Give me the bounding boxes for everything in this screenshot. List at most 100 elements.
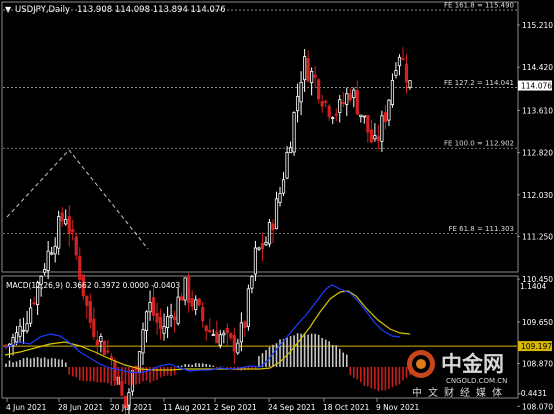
candle-body <box>162 326 166 334</box>
candle-body <box>78 255 82 280</box>
candle-body <box>338 99 342 113</box>
candle-body <box>267 221 272 245</box>
candle-body <box>310 70 314 84</box>
macd-main-line <box>4 284 401 374</box>
date-axis-label: 9 Nov 2021 <box>376 403 419 412</box>
price-axis-label: 115.210 <box>522 21 553 30</box>
candle-body <box>165 316 170 329</box>
macd-label: MACD(12,26,9) 0.3662 0.3972 0.0000 -0.04… <box>6 281 180 290</box>
candle-body <box>215 331 219 344</box>
candle-body <box>299 81 303 103</box>
price-axis-label: 109.650 <box>522 318 553 327</box>
candle-body <box>334 113 338 116</box>
candle-body <box>14 332 19 343</box>
macd-axis-bottom: -0.4431 <box>518 389 547 398</box>
candle-body <box>53 245 57 255</box>
candle-body <box>260 242 265 250</box>
candle-body <box>211 334 215 336</box>
candle-body <box>331 117 335 119</box>
candle-body <box>243 321 247 328</box>
candle-body <box>229 333 233 339</box>
fibonacci-expansion[interactable]: FE 161.8 = 115.490 FE 127.2 = 114.041 FE 1… <box>3 2 517 235</box>
candle-body <box>324 100 328 103</box>
fib-label: FE 100.0 = 112.902 <box>444 140 514 148</box>
candle-body <box>295 96 300 112</box>
date-axis-label: 28 Jun 2021 <box>58 403 103 412</box>
candle-body <box>60 212 64 222</box>
candle-body <box>359 114 363 117</box>
candle-body <box>348 93 352 101</box>
candle-body <box>180 296 184 301</box>
candle-body <box>148 302 152 313</box>
candle-body <box>355 90 359 115</box>
candle-body <box>225 328 229 334</box>
candle-body <box>380 115 384 142</box>
watermark-slogan: 中文财经媒体 <box>412 386 508 399</box>
candle-body <box>288 147 293 154</box>
price-axis-label: 108.870 <box>522 360 553 369</box>
price-axis-label: 112.030 <box>522 191 553 200</box>
candle-body <box>320 101 324 107</box>
candle-body <box>141 329 145 354</box>
support-line[interactable]: 109.197 <box>3 341 552 352</box>
candle-body <box>99 335 103 342</box>
candle-body <box>408 80 412 88</box>
candle-body <box>274 198 279 230</box>
price-axis-label: 113.610 <box>522 106 553 115</box>
date-axis-label: 2 Sep 2021 <box>214 403 257 412</box>
date-axis-label: 20 Jul 2021 <box>110 403 153 412</box>
price-axis-label: 112.820 <box>522 149 553 158</box>
date-axis-label: 11 Aug 2021 <box>163 403 211 412</box>
current-price-label: 114.076 <box>521 82 552 91</box>
current-price-marker: 114.076 <box>518 80 552 91</box>
candle-body <box>303 56 307 81</box>
candle-body <box>201 306 205 322</box>
candle-body <box>88 301 92 323</box>
dropdown-arrow-icon[interactable]: ▼ <box>5 5 12 14</box>
candle-body <box>43 268 47 273</box>
candle-body <box>25 323 29 332</box>
candle-body <box>102 340 106 355</box>
candle-body <box>341 101 345 105</box>
candle-body <box>236 342 240 354</box>
candle-body <box>74 236 78 256</box>
candle-body <box>32 302 36 305</box>
candle-body <box>376 136 380 141</box>
candle-body <box>218 334 222 346</box>
candle-body <box>271 223 275 231</box>
candle-body <box>253 247 258 275</box>
date-axis: 4 Jun 2021 28 Jun 2021 20 Jul 2021 11 Aug 2… <box>6 398 419 412</box>
candle-body <box>345 93 349 105</box>
candle-body <box>194 299 198 311</box>
candle-body <box>92 318 96 338</box>
price-axis-label: 114.420 <box>522 63 553 72</box>
candle-body <box>57 216 61 249</box>
candle-body <box>158 316 163 330</box>
candle-body <box>401 58 405 60</box>
candle-body <box>4 344 8 347</box>
candle-body <box>176 296 180 324</box>
candle-body <box>190 298 194 307</box>
fib-label: FE 127.2 = 114.041 <box>444 79 514 87</box>
candle-body <box>394 70 398 76</box>
candle-body <box>183 277 187 301</box>
candle-body <box>85 295 89 306</box>
cngold-watermark: 中金网 CNGOLD.COM.CN 中文财经媒体 <box>407 350 508 399</box>
date-axis-label: 24 Sep 2021 <box>268 403 316 412</box>
candle-body <box>21 329 26 332</box>
candle-body <box>208 329 212 333</box>
candle-body <box>373 135 377 140</box>
candle-body <box>397 56 402 67</box>
candle-body <box>281 179 286 194</box>
candle-body <box>317 79 321 100</box>
candle-body <box>390 80 395 105</box>
zigzag-line[interactable] <box>6 149 149 250</box>
chart-window: ▼ USDJPY,Daily 113.908 114.098 113.894 1… <box>1 1 553 414</box>
candle-body <box>366 114 370 133</box>
candle-body <box>144 311 149 331</box>
price-axis-label: 108.070 <box>522 402 553 411</box>
candle-body <box>313 74 317 78</box>
candle-body <box>250 276 254 289</box>
candle-body <box>285 152 289 179</box>
candle-body <box>106 350 110 353</box>
